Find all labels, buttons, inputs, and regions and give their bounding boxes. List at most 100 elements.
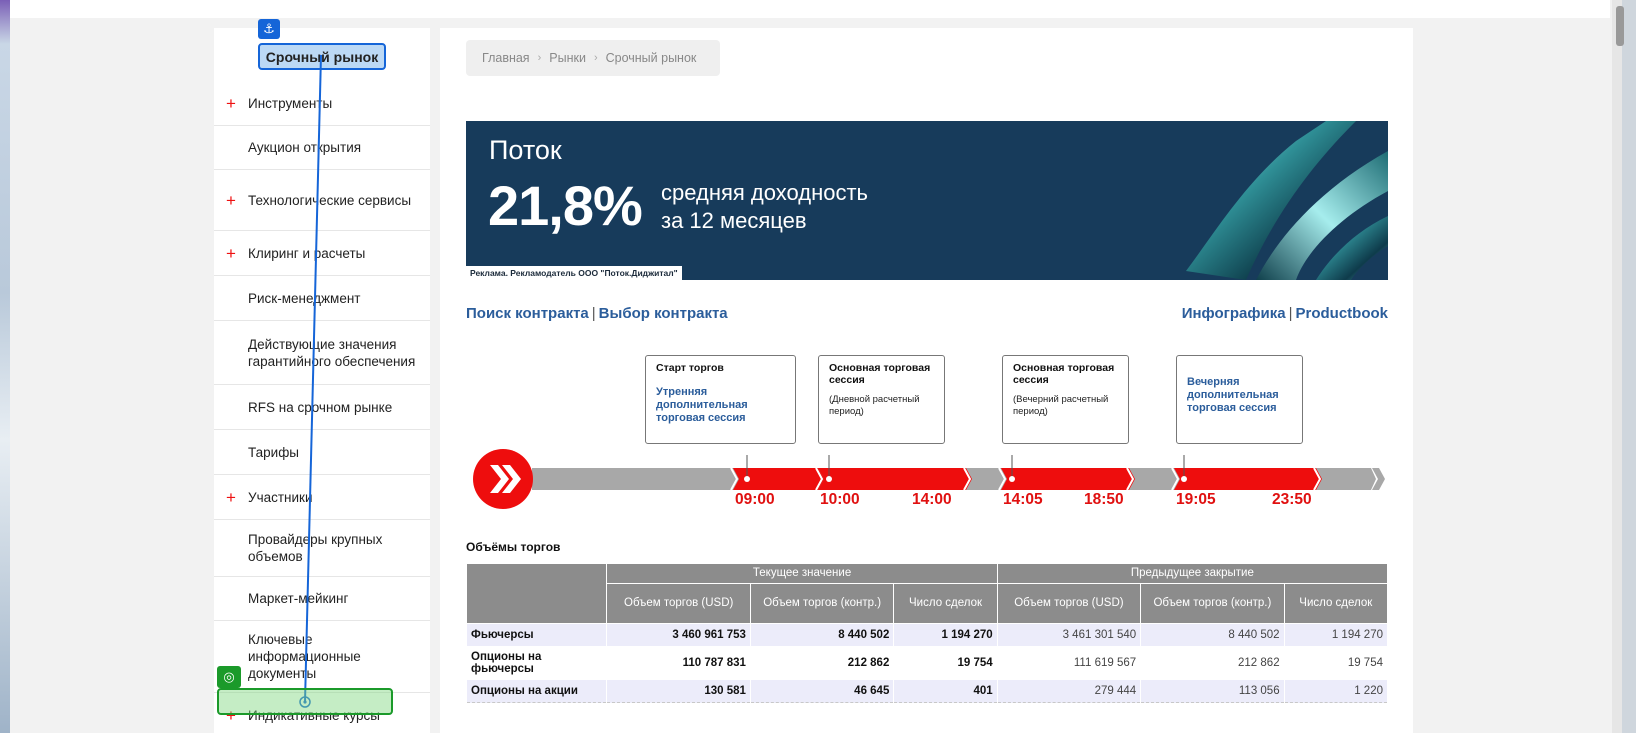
timeline-box-subtitle: (Дневной расчетный период) bbox=[829, 394, 920, 417]
table-cell: 3 461 301 540 bbox=[996, 623, 1142, 647]
time-label: 23:50 bbox=[1272, 491, 1312, 508]
link-separator: | bbox=[1288, 305, 1293, 322]
ad-banner[interactable]: Поток 21,8% средняя доходность за 12 мес… bbox=[466, 121, 1388, 280]
plus-icon[interactable]: + bbox=[214, 192, 248, 209]
breadcrumb-markets[interactable]: Рынки bbox=[549, 51, 586, 65]
timeline-box-main-day: Основная торговая сессия (Дневной расчет… bbox=[818, 355, 945, 444]
time-label: 09:00 bbox=[735, 491, 775, 508]
segment-day bbox=[818, 468, 972, 490]
timeline-box-title: Основная торговая сессия bbox=[1013, 362, 1115, 386]
table-cell: 130 581 bbox=[606, 679, 751, 703]
banner-caption-line2: за 12 месяцев bbox=[661, 208, 807, 233]
row-label: Опционы на акции bbox=[465, 679, 608, 703]
table-cell: 1 220 bbox=[1283, 679, 1389, 703]
column-header: Объем торгов (USD) bbox=[606, 583, 751, 624]
sidebar-item[interactable]: Тарифы bbox=[214, 430, 430, 475]
plus-icon[interactable]: + bbox=[214, 95, 248, 112]
sidebar-item[interactable]: Риск-менеджмент bbox=[214, 276, 430, 321]
breadcrumb-separator: › bbox=[537, 52, 542, 64]
plus-icon[interactable]: + bbox=[214, 245, 248, 262]
breadcrumb: Главная › Рынки › Срочный рынок bbox=[466, 40, 720, 76]
table-cell: 3 460 961 753 bbox=[606, 623, 751, 647]
volumes-table: Текущее значение Предыдущее закрытие Объ… bbox=[465, 563, 1389, 703]
sidebar-item-label: Аукцион открытия bbox=[248, 140, 362, 155]
table-group-header-row: Текущее значение Предыдущее закрытие bbox=[465, 563, 1389, 624]
productbook-link[interactable]: Productbook bbox=[1296, 305, 1389, 322]
anchor-icon: ⚓ bbox=[258, 19, 280, 39]
sidebar-item-label: Инструменты bbox=[248, 95, 333, 111]
sidebar-item-label: Технологические сервисы bbox=[248, 192, 412, 208]
sidebar-item[interactable]: + Участники bbox=[214, 475, 430, 520]
timeline-box-title: Основная торговая сессия bbox=[829, 362, 931, 386]
table-cell: 212 862 bbox=[1140, 646, 1285, 680]
sidebar-item[interactable]: RFS на срочном рынке bbox=[214, 385, 430, 430]
sidebar-item-label: Действующие значения гарантийного обеспе… bbox=[248, 336, 416, 369]
row-label: Фьючерсы bbox=[465, 623, 608, 647]
sidebar-title[interactable]: Срочный рынок bbox=[258, 43, 386, 70]
sidebar-item[interactable]: Ключевые информационные документы bbox=[214, 621, 430, 693]
sidebar-item[interactable]: Действующие значения гарантийного обеспе… bbox=[214, 321, 430, 385]
sidebar-item-label: Тарифы bbox=[248, 444, 300, 460]
page-top-area bbox=[10, 0, 1610, 18]
column-header: Число сделок bbox=[1283, 583, 1389, 624]
segment-evening-extra bbox=[1174, 468, 1322, 490]
plus-icon[interactable]: + bbox=[214, 489, 248, 506]
table-cell: 110 787 831 bbox=[606, 646, 751, 680]
trading-schedule-timeline: Старт торгов Утренняя дополнительная тор… bbox=[466, 355, 1388, 530]
sidebar-item-label: Клиринг и расчеты bbox=[248, 245, 366, 261]
table-group-previous: Предыдущее закрытие bbox=[996, 563, 1389, 584]
search-contract-link[interactable]: Поиск контракта bbox=[466, 305, 589, 322]
breadcrumb-home[interactable]: Главная bbox=[482, 51, 530, 65]
morning-session-link[interactable]: Утренняя дополнительная торговая сессия bbox=[656, 386, 785, 425]
infographic-link[interactable]: Инфографика bbox=[1182, 305, 1286, 322]
sidebar-item[interactable]: Маркет-мейкинг bbox=[214, 577, 430, 621]
evening-session-link[interactable]: Вечерняя дополнительная торговая сессия bbox=[1187, 376, 1292, 415]
sidebar-item-label: Риск-менеджмент bbox=[248, 290, 361, 306]
column-header: Объем торгов (контр.) bbox=[749, 583, 895, 624]
timeline-box-start: Старт торгов Утренняя дополнительная тор… bbox=[645, 355, 796, 444]
drop-target-highlight bbox=[217, 688, 393, 715]
table-cell: 1 194 270 bbox=[1283, 623, 1389, 647]
target-icon: ◎ bbox=[217, 666, 241, 688]
timeline-box-title: Старт торгов bbox=[656, 362, 724, 374]
breadcrumb-current: Срочный рынок bbox=[605, 51, 697, 65]
volumes-title: Объёмы торгов bbox=[466, 540, 561, 554]
time-label: 14:05 bbox=[1003, 491, 1043, 508]
table-group-current: Текущее значение bbox=[606, 563, 998, 584]
banner-rate: 21,8% bbox=[488, 174, 643, 237]
breadcrumb-separator: › bbox=[593, 52, 598, 64]
sidebar-item[interactable]: + Инструменты bbox=[214, 81, 430, 126]
timeline-box-subtitle: (Вечерний расчетный период) bbox=[1013, 394, 1109, 417]
sidebar-item[interactable]: + Клиринг и расчеты bbox=[214, 231, 430, 276]
timeline-box-main-evening: Основная торговая сессия (Вечерний расче… bbox=[1002, 355, 1129, 444]
table-row: Опционы на акции 130 581 46 645 401 279 444 1… bbox=[465, 679, 1389, 703]
sidebar-item[interactable]: + Технологические сервисы bbox=[214, 170, 430, 231]
banner-brand: Поток bbox=[489, 135, 562, 165]
time-label: 14:00 bbox=[912, 491, 952, 508]
banner-disclaimer: Реклама. Рекламодатель ООО "Поток.Диджит… bbox=[466, 266, 682, 280]
table-cell: 279 444 bbox=[996, 679, 1142, 703]
sidebar-item[interactable]: Аукцион открытия bbox=[214, 126, 430, 170]
table-cell: 111 619 567 bbox=[996, 646, 1142, 680]
sidebar-item-label: RFS на срочном рынке bbox=[248, 399, 393, 415]
table-cell: 1 194 270 bbox=[893, 623, 998, 647]
table-header-empty bbox=[465, 563, 608, 624]
select-contract-link[interactable]: Выбор контракта bbox=[599, 305, 728, 322]
table-row: Опционы на фьючерсы 110 787 831 212 862 19 … bbox=[465, 646, 1389, 680]
sidebar-item-label: Участники bbox=[248, 489, 313, 505]
segment-evening-main bbox=[1001, 468, 1135, 490]
scrollbar-thumb[interactable] bbox=[1616, 6, 1624, 46]
table-cell: 19 754 bbox=[893, 646, 998, 680]
table-cell: 8 440 502 bbox=[749, 623, 895, 647]
banner-ribbon-art bbox=[1186, 121, 1388, 280]
time-label: 19:05 bbox=[1176, 491, 1216, 508]
table-cell: 212 862 bbox=[749, 646, 895, 680]
table-cell: 401 bbox=[893, 679, 998, 703]
volumes-table-body: Фьючерсы 3 460 961 753 8 440 502 1 194 270 3… bbox=[465, 623, 1389, 703]
desktop-background-strip bbox=[0, 0, 10, 733]
sidebar-item[interactable]: Провайдеры крупных объемов bbox=[214, 520, 430, 577]
sidebar-item-label: Маркет-мейкинг bbox=[248, 591, 349, 606]
timeline-box-evening-extra: Вечерняя дополнительная торговая сессия bbox=[1176, 355, 1303, 444]
window-scrollbar[interactable] bbox=[1622, 0, 1636, 733]
banner-caption-line1: средняя доходность bbox=[661, 180, 869, 205]
